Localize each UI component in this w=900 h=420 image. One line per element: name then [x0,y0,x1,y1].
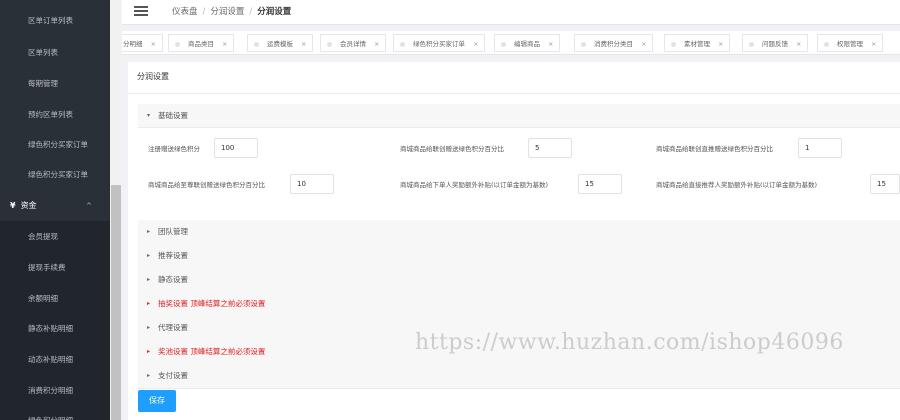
tab-feedback[interactable]: 问题反馈 × [742,34,809,52]
dot-icon [175,41,180,47]
tab-permission-management[interactable]: 权限管理 × [817,34,884,52]
sidebar: 区单订单列表 区单列表 每期管理 预约区单列表 绿色积分买家订单 绿色积分买家订… [0,0,122,420]
dot-icon [501,41,506,47]
close-icon[interactable]: × [871,40,876,48]
close-icon[interactable]: × [151,40,156,48]
close-icon[interactable]: × [548,40,553,48]
referrer-bonus-input[interactable]: 15 [870,174,900,194]
sidebar-item-green-points-orders-2[interactable]: 绿色积分买家订单 [0,159,110,190]
close-icon[interactable]: × [374,40,379,48]
breadcrumb: 仪表盘 / 分润设置 / 分润设置 [172,7,292,17]
lianchuang-direct-pct-input[interactable]: 1 [798,138,842,158]
caret-right-icon: ▸ [147,372,151,379]
section-team-management[interactable]: ▸ 团队管理 [138,220,900,245]
close-icon[interactable]: × [473,40,478,48]
hamburger-icon[interactable] [134,6,148,16]
sidebar-group-label: 资金 [20,201,37,210]
lianchuang-pct-input[interactable]: 5 [528,138,572,158]
sidebar-scrollbar[interactable] [110,0,122,420]
caret-right-icon: ▸ [147,252,151,259]
breadcrumb-dashboard[interactable]: 仪表盘 [172,7,198,17]
tab-edit-product[interactable]: 编辑商品 × [494,34,561,52]
basic-settings-form: 注册赠送绿色积分 100 商城商品给联创赠送绿色积分百分比 5 商城商品给联创直… [138,128,900,218]
page-title: 分润设置 [137,72,169,81]
breadcrumb-profit-settings[interactable]: 分润设置 [210,7,244,17]
sidebar-item-green-points-orders[interactable]: 绿色积分买家订单 [0,129,110,160]
watermark: https://www.huzhan.com/ishop46096 [415,330,844,355]
supreme-pct-input[interactable]: 10 [290,174,334,194]
sidebar-item-dynamic-subsidy[interactable]: 动态补贴明细 [0,344,110,375]
field-label-lianchuang-pct: 商城商品给联创赠送绿色积分百分比 [400,145,504,153]
caret-right-icon: ▸ [147,324,151,331]
section-static-settings[interactable]: ▸ 静态设置 [138,268,900,293]
close-icon[interactable]: × [796,40,801,48]
tab-consume-points-category[interactable]: 消费积分类目 × [574,34,654,52]
tab-product-category[interactable]: 商品类目 × [168,34,235,52]
caret-right-icon: ▸ [147,228,151,235]
caret-right-icon: ▸ [147,348,151,355]
sidebar-item-balance-detail[interactable]: 余额明细 [0,283,110,314]
dot-icon [671,41,676,47]
settings-panel: 分润设置 ▾ 基础设置 注册赠送绿色积分 100 商城商品给联创赠送绿色积分百分比… [128,62,900,420]
sidebar-item-green-points[interactable]: 绿色积分明细 [0,405,110,420]
caret-down-icon: ▾ [147,112,151,119]
section-basic-settings[interactable]: ▾ 基础设置 [138,104,900,128]
close-icon[interactable]: × [301,40,306,48]
section-payment-settings[interactable]: ▸ 支付设置 [138,364,900,389]
tab-detail[interactable]: 分明细 × [122,34,163,52]
save-button[interactable]: 保存 [138,390,176,412]
sidebar-item-withdraw-fee[interactable]: 提现手续费 [0,252,110,283]
close-icon[interactable]: × [718,40,723,48]
tab-freight-template[interactable]: 运费模板 × [247,34,314,52]
page-tabs: 分明细 × 商品类目 × 运费模板 × 会员详情 × 绿色积分买家订单 × 编辑商品 × 消… [122,31,900,55]
sidebar-item-withdrawals[interactable]: 会员提现 [0,221,110,252]
field-label-register-green-points: 注册赠送绿色积分 [148,145,200,153]
tab-green-points-orders[interactable]: 绿色积分买家订单 × [393,34,486,52]
yen-icon: ¥ [10,201,16,210]
sidebar-item-period-management[interactable]: 每期管理 [0,68,110,99]
dot-icon [400,41,405,47]
dot-icon [254,41,259,47]
top-header: 仪表盘 / 分润设置 / 分润设置 [122,0,900,25]
tab-member-detail[interactable]: 会员详情 × [320,34,387,52]
dot-icon [327,41,332,47]
dot-icon [749,41,754,47]
buyer-bonus-input[interactable]: 15 [578,174,622,194]
field-label-buyer-bonus: 商城商品给下单人奖励额外补贴(以订单金额为基数) [400,181,549,189]
sidebar-scrollbar-thumb[interactable] [111,185,121,420]
sidebar-item-block-order-list[interactable]: 区单订单列表 [0,5,110,36]
dot-icon [824,41,829,47]
close-icon[interactable]: × [222,40,227,48]
field-label-lianchuang-direct-pct: 商城商品给联创直推赠送绿色积分百分比 [656,145,773,153]
chevron-up-icon: ^ [86,202,92,210]
close-icon[interactable]: × [641,40,646,48]
sidebar-item-static-subsidy[interactable]: 静态补贴明细 [0,313,110,344]
caret-right-icon: ▸ [147,276,151,283]
section-referral-settings[interactable]: ▸ 推荐设置 [138,244,900,269]
dot-icon [581,41,586,47]
section-lottery-settings[interactable]: ▸ 抽奖设置 顶峰结算之前必须设置 [138,292,900,317]
sidebar-group-funds[interactable]: ¥ 资金 ^ [0,190,110,222]
field-label-referrer-bonus: 商城商品给直接推荐人奖励额外补贴(以订单金额为基数) [656,181,818,189]
tab-material-management[interactable]: 素材管理 × [664,34,731,52]
divider [128,93,900,94]
breadcrumb-current: 分润设置 [257,7,292,17]
sidebar-item-consume-points[interactable]: 消费积分明细 [0,375,110,406]
sidebar-item-block-list[interactable]: 区单列表 [0,37,110,68]
register-green-points-input[interactable]: 100 [214,138,258,158]
caret-right-icon: ▸ [147,300,151,307]
field-label-supreme-pct: 商城商品给至尊联创赠送绿色积分百分比 [148,181,265,189]
sidebar-item-reservation-list[interactable]: 预约区单列表 [0,99,110,130]
